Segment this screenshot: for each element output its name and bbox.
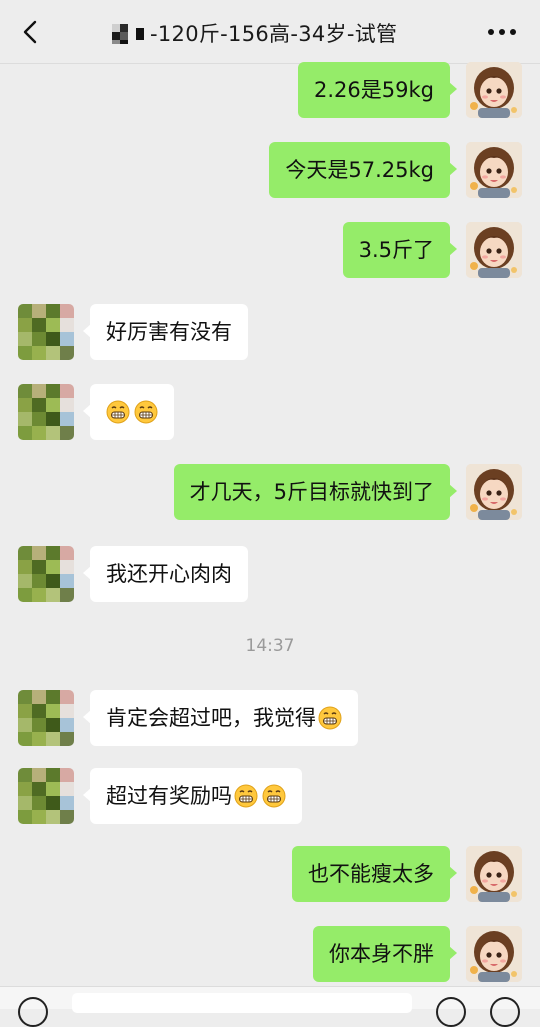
- input-bar: [0, 986, 540, 1027]
- message-text: 3.5斤了: [358, 238, 434, 262]
- grinning-face-icon: [106, 400, 130, 424]
- ellipsis-icon[interactable]: [486, 22, 518, 42]
- my-avatar[interactable]: [466, 846, 522, 902]
- chat-header: -120斤-156高-34岁-试管: [0, 0, 540, 64]
- message-bubble[interactable]: 超过有奖励吗: [83, 768, 302, 824]
- message-text: 超过有奖励吗: [106, 784, 232, 808]
- message-text: 你本身不胖: [329, 942, 434, 966]
- grinning-face-icon: [234, 784, 258, 808]
- message-bubble[interactable]: 也不能瘦太多: [292, 846, 457, 902]
- grinning-face-icon: [318, 706, 342, 730]
- message-bubble[interactable]: 我还开心肉肉: [83, 546, 248, 602]
- message-bubble[interactable]: 肯定会超过吧，我觉得: [83, 690, 358, 746]
- chat-title-area: -120斤-156高-34岁-试管: [108, 18, 397, 48]
- message-bubble[interactable]: 好厉害有没有: [83, 304, 248, 360]
- message-text: 也不能瘦太多: [308, 862, 434, 886]
- message-bubble[interactable]: 才几天，5斤目标就快到了: [173, 464, 458, 520]
- my-avatar[interactable]: [466, 62, 522, 118]
- my-avatar[interactable]: [466, 464, 522, 520]
- voice-icon[interactable]: [18, 997, 48, 1027]
- chat-title: -120斤-156高-34岁-试管: [150, 22, 398, 46]
- grinning-face-icon: [134, 400, 158, 424]
- message-text: 才几天，5斤目标就快到了: [189, 480, 434, 504]
- message-bubble[interactable]: 3.5斤了: [342, 222, 458, 278]
- message-bubble[interactable]: 2.26是59kg: [298, 62, 457, 118]
- my-avatar[interactable]: [466, 222, 522, 278]
- title-name-mosaic: [108, 22, 146, 44]
- plus-icon[interactable]: [490, 997, 520, 1027]
- message-timestamp: 14:37: [245, 636, 295, 656]
- contact-avatar[interactable]: [18, 546, 74, 602]
- message-text: 好厉害有没有: [106, 320, 232, 344]
- chevron-left-icon[interactable]: [18, 19, 44, 45]
- emoji-icon[interactable]: [436, 997, 466, 1027]
- contact-avatar[interactable]: [18, 690, 74, 746]
- message-input[interactable]: [72, 993, 412, 1013]
- contact-avatar[interactable]: [18, 304, 74, 360]
- message-text: 今天是57.25kg: [285, 158, 434, 182]
- message-text: 肯定会超过吧，我觉得: [106, 706, 316, 730]
- contact-avatar[interactable]: [18, 384, 74, 440]
- message-text: 2.26是59kg: [314, 78, 434, 102]
- message-text: 我还开心肉肉: [106, 562, 232, 586]
- my-avatar[interactable]: [466, 142, 522, 198]
- message-bubble[interactable]: [83, 384, 174, 440]
- message-bubble[interactable]: 今天是57.25kg: [269, 142, 457, 198]
- grinning-face-icon: [262, 784, 286, 808]
- my-avatar[interactable]: [466, 926, 522, 982]
- message-bubble[interactable]: 你本身不胖: [313, 926, 457, 982]
- contact-avatar[interactable]: [18, 768, 74, 824]
